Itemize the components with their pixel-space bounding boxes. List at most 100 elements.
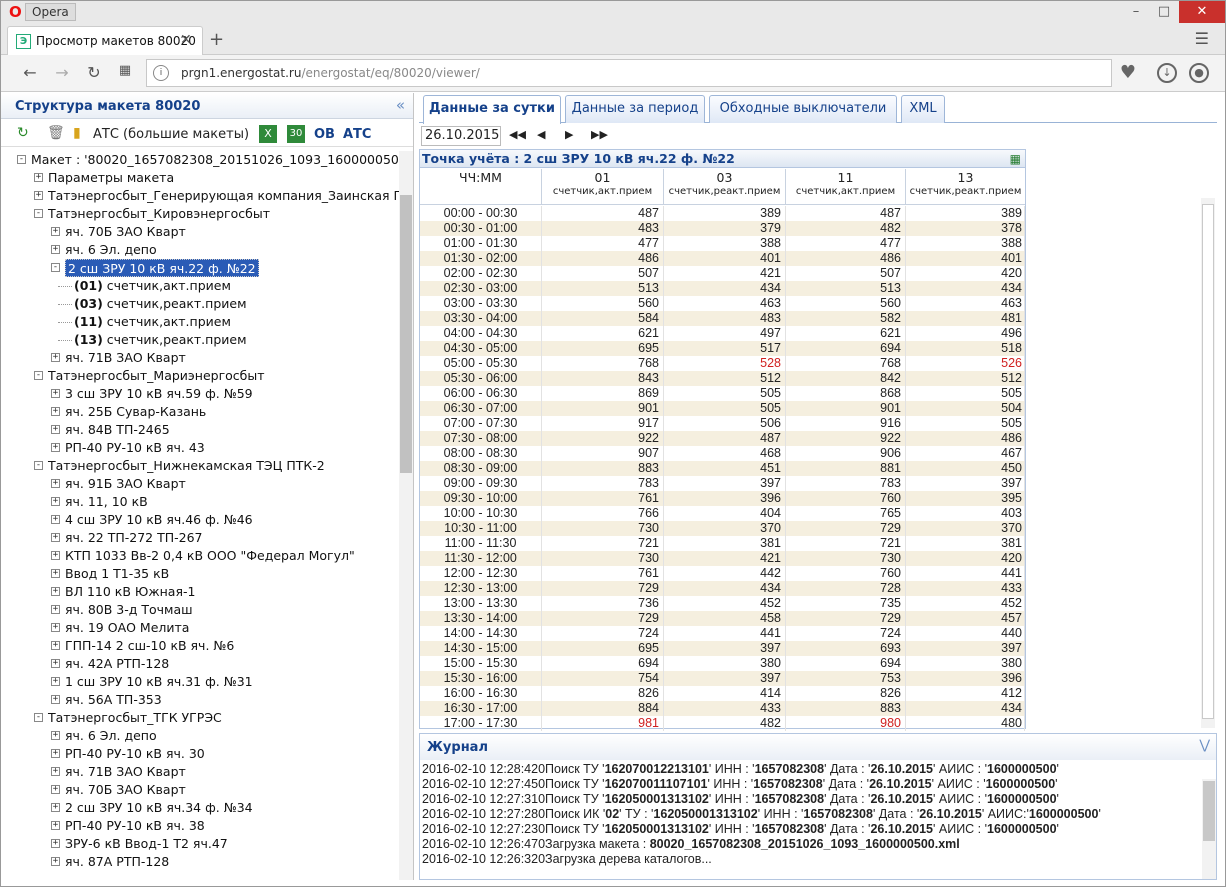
- last-day-icon[interactable]: ▶▶: [591, 128, 608, 141]
- folder-icon[interactable]: ▮: [73, 125, 81, 141]
- table-row[interactable]: 06:30 - 07:00 901 505 901 504: [420, 401, 1025, 416]
- tree-toggle-icon[interactable]: +: [51, 497, 60, 506]
- tree-node[interactable]: яч. 71В ЗАО Кварт: [65, 349, 186, 367]
- tree-toggle-icon[interactable]: +: [51, 677, 60, 686]
- tree-node[interactable]: яч. 71В ЗАО Кварт: [65, 763, 186, 781]
- refresh-icon[interactable]: ↻: [17, 125, 29, 141]
- table-row[interactable]: 02:00 - 02:30 507 421 507 420: [420, 266, 1025, 281]
- tree-node[interactable]: яч. 11, 10 кВ: [65, 493, 148, 511]
- reload-icon[interactable]: ↻: [83, 63, 105, 82]
- tree-node[interactable]: ГПП-14 2 сш-10 кВ яч. №6: [65, 637, 234, 655]
- tree-toggle-icon[interactable]: +: [51, 443, 60, 452]
- tree-toggle-icon[interactable]: +: [51, 749, 60, 758]
- browser-menu-button[interactable]: Opera: [25, 3, 76, 21]
- date-input[interactable]: 26.10.2015: [421, 126, 501, 146]
- first-day-icon[interactable]: ◀◀: [509, 128, 526, 141]
- tree-toggle-icon[interactable]: +: [51, 821, 60, 830]
- tree-node[interactable]: 2 сш ЗРУ 10 кВ яч.22 ф. №22: [65, 259, 259, 277]
- table-row[interactable]: 06:00 - 06:30 869 505 868 505: [420, 386, 1025, 401]
- speed-dial-icon[interactable]: ▦: [114, 63, 136, 78]
- bookmark-heart-icon[interactable]: ♥: [1118, 63, 1138, 83]
- table-row[interactable]: 08:30 - 09:00 883 451 881 450: [420, 461, 1025, 476]
- tree-node[interactable]: 3 сш ЗРУ 10 кВ яч.59 ф. №59: [65, 385, 253, 403]
- table-row[interactable]: 13:30 - 14:00 729 458 729 457: [420, 611, 1025, 626]
- table-row[interactable]: 11:00 - 11:30 721 381 721 381: [420, 536, 1025, 551]
- tree-node[interactable]: яч. 70Б ЗАО Кварт: [65, 781, 186, 799]
- table-row[interactable]: 14:30 - 15:00 695 397 693 397: [420, 641, 1025, 656]
- column-header-13[interactable]: 13 счетчик,реакт.прием: [906, 169, 1025, 205]
- tree-node[interactable]: яч. 42А РТП-128: [65, 655, 169, 673]
- tree-node[interactable]: РП-40 РУ-10 кВ яч. 43: [65, 439, 205, 457]
- new-tab-icon[interactable]: +: [209, 29, 224, 50]
- tree-node[interactable]: ВЛ 110 кВ Южная-1: [65, 583, 195, 601]
- tree-toggle-icon[interactable]: +: [51, 623, 60, 632]
- journal-scroll-thumb[interactable]: [1203, 781, 1215, 841]
- tree-node[interactable]: РП-40 РУ-10 кВ яч. 38: [65, 817, 205, 835]
- tree-node[interactable]: яч. 19 ОАО Мелита: [65, 619, 189, 637]
- tree-toggle-icon[interactable]: +: [51, 515, 60, 524]
- excel-grid-icon[interactable]: ▦: [1010, 152, 1021, 166]
- tree-node[interactable]: яч. 80В 3-д Точмаш: [65, 601, 193, 619]
- tree-toggle-icon[interactable]: +: [51, 659, 60, 668]
- tree-toggle-icon[interactable]: +: [51, 407, 60, 416]
- tree-toggle-icon[interactable]: +: [51, 425, 60, 434]
- close-window-icon[interactable]: ✕: [1179, 1, 1225, 23]
- tree-toggle-icon[interactable]: +: [51, 605, 60, 614]
- table-row[interactable]: 01:00 - 01:30 477 388 477 388: [420, 236, 1025, 251]
- table-row[interactable]: 08:00 - 08:30 907 468 906 467: [420, 446, 1025, 461]
- tab-0[interactable]: Данные за сутки: [423, 95, 561, 124]
- tree-toggle-icon[interactable]: +: [51, 245, 60, 254]
- trash-icon[interactable]: 🗑: [47, 125, 65, 141]
- tree-node[interactable]: Татэнергосбыт_Кировэнергосбыт: [48, 205, 270, 223]
- column-header-11[interactable]: 11 счетчик,акт.прием: [786, 169, 906, 205]
- tree-toggle-icon[interactable]: +: [51, 227, 60, 236]
- next-day-icon[interactable]: ▶: [565, 128, 573, 141]
- prev-day-icon[interactable]: ◀: [537, 128, 545, 141]
- column-header-01[interactable]: 01 счетчик,акт.прием: [542, 169, 664, 205]
- table-row[interactable]: 01:30 - 02:00 486 401 486 401: [420, 251, 1025, 266]
- journal-scrollbar[interactable]: [1202, 779, 1216, 879]
- table-row[interactable]: 05:30 - 06:00 843 512 842 512: [420, 371, 1025, 386]
- tree-toggle-icon[interactable]: +: [51, 767, 60, 776]
- tree-node[interactable]: (11) счетчик,акт.прием: [74, 313, 231, 331]
- table-row[interactable]: 13:00 - 13:30 736 452 735 452: [420, 596, 1025, 611]
- tree-toggle-icon[interactable]: +: [51, 389, 60, 398]
- table-row[interactable]: 12:30 - 13:00 729 434 728 433: [420, 581, 1025, 596]
- site-info-icon[interactable]: i: [153, 65, 169, 81]
- table-row[interactable]: 16:00 - 16:30 826 414 826 412: [420, 686, 1025, 701]
- browser-tab[interactable]: Э Просмотр макетов 80020 ✕: [7, 26, 203, 55]
- tab-1[interactable]: Данные за период: [565, 95, 705, 123]
- table-row[interactable]: 09:30 - 10:00 761 396 760 395: [420, 491, 1025, 506]
- tree-node[interactable]: яч. 25Б Сувар-Казань: [65, 403, 206, 421]
- table-row[interactable]: 09:00 - 09:30 783 397 783 397: [420, 476, 1025, 491]
- table-row[interactable]: 15:30 - 16:00 754 397 753 396: [420, 671, 1025, 686]
- account-icon[interactable]: ●: [1189, 63, 1209, 83]
- tab-2[interactable]: Обходные выключатели: [709, 95, 897, 123]
- tree-node[interactable]: (03) счетчик,реакт.прием: [74, 295, 247, 313]
- tree-node[interactable]: яч. 84В ТП-2465: [65, 421, 170, 439]
- tree-node[interactable]: яч. 22 ТП-272 ТП-267: [65, 529, 203, 547]
- tree-node[interactable]: Ввод 1 Т1-35 кВ: [65, 565, 169, 583]
- tree-node[interactable]: Татэнергосбыт_Генерирующая компания_Заин…: [48, 187, 399, 205]
- content-scroll-thumb[interactable]: [1202, 204, 1214, 719]
- tree-toggle-icon[interactable]: +: [51, 857, 60, 866]
- tree-toggle-icon[interactable]: +: [51, 803, 60, 812]
- tree-toggle-icon[interactable]: -: [34, 713, 43, 722]
- tree-toggle-icon[interactable]: +: [51, 731, 60, 740]
- table-row[interactable]: 04:00 - 04:30 621 497 621 496: [420, 326, 1025, 341]
- content-scrollbar[interactable]: [1201, 198, 1215, 728]
- tree-node[interactable]: яч. 91Б ЗАО Кварт: [65, 475, 186, 493]
- ats-button[interactable]: АТС: [343, 127, 371, 142]
- tree-node[interactable]: Татэнергосбыт_ТГК УГРЭС: [48, 709, 222, 727]
- excel-export-icon[interactable]: X: [259, 125, 277, 143]
- back-icon[interactable]: ←: [19, 63, 41, 82]
- ov-button[interactable]: ОВ: [314, 127, 335, 142]
- download-icon[interactable]: ↓: [1157, 63, 1177, 83]
- tree-toggle-icon[interactable]: +: [51, 641, 60, 650]
- tree-toggle-icon[interactable]: -: [34, 461, 43, 470]
- column-header-time[interactable]: ЧЧ:ММ: [420, 169, 542, 205]
- tree-toggle-icon[interactable]: +: [51, 785, 60, 794]
- tree-toggle-icon[interactable]: +: [34, 173, 43, 182]
- table-row[interactable]: 07:00 - 07:30 917 506 916 505: [420, 416, 1025, 431]
- tree-node[interactable]: (01) счетчик,акт.прием: [74, 277, 231, 295]
